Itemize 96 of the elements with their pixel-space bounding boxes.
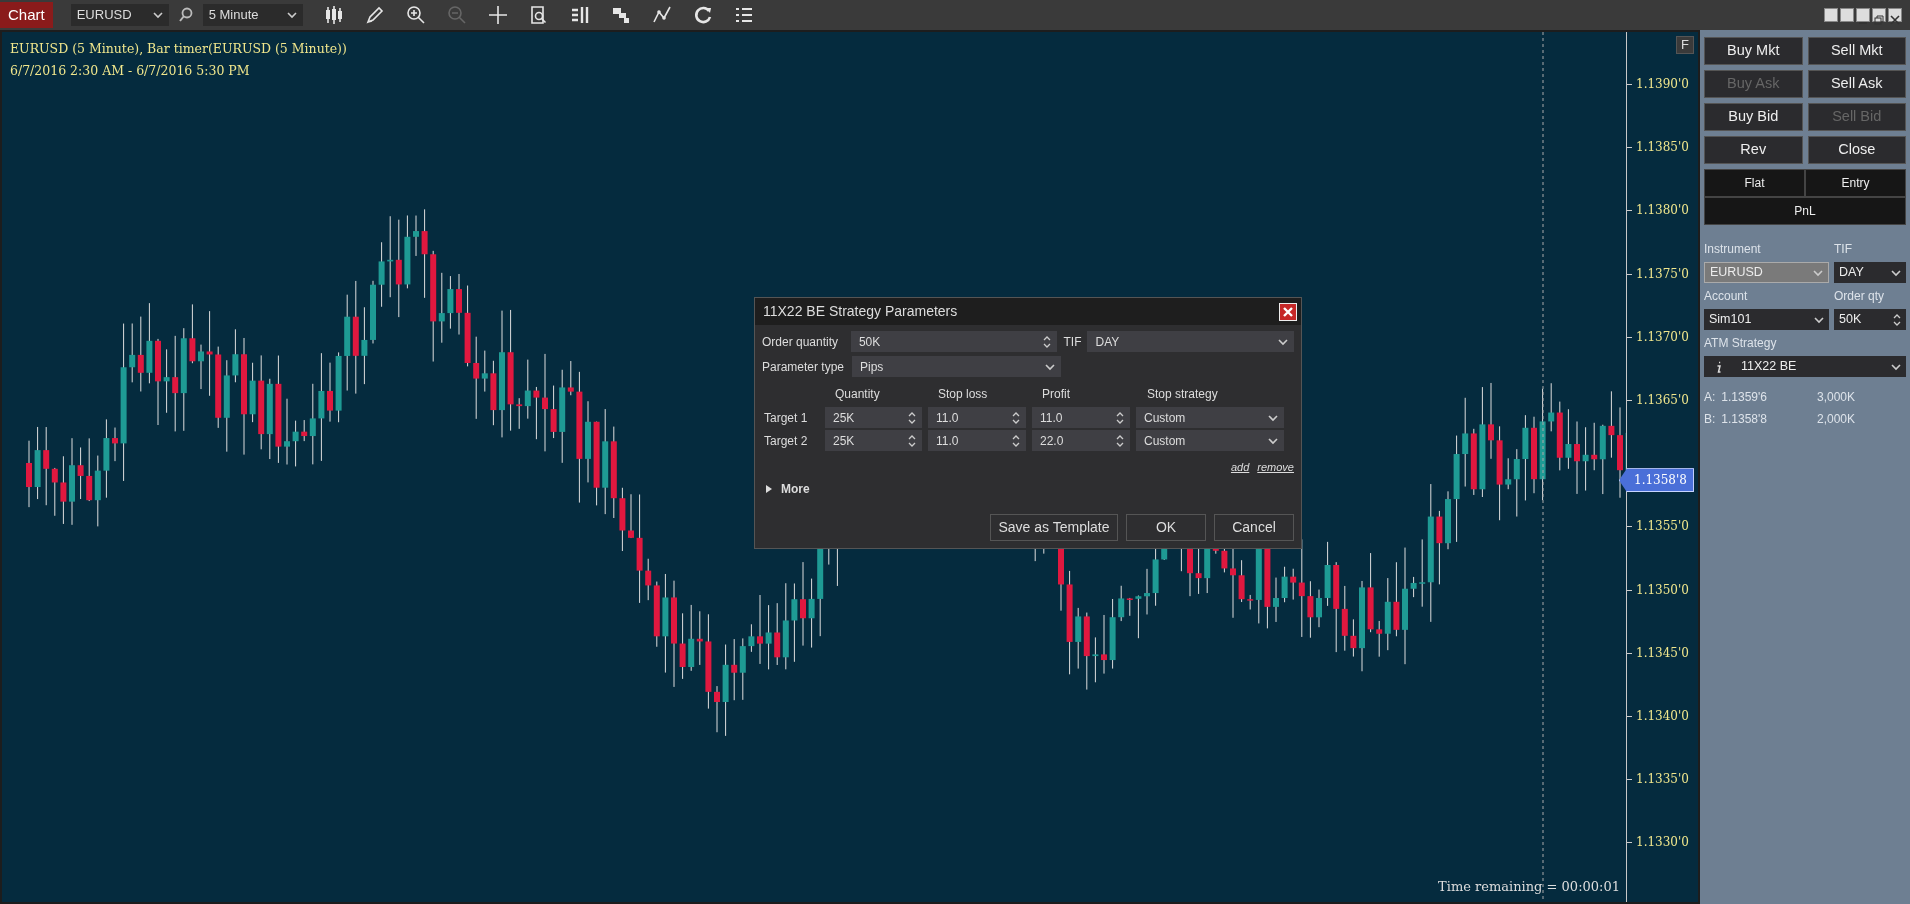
chart-title: EURUSD (5 Minute), Bar timer(EURUSD (5 Minute)) xyxy=(10,40,347,58)
price-label: 1.1345'0 xyxy=(1627,645,1689,660)
dialog-button[interactable]: Cancel xyxy=(1214,513,1294,541)
column-header: Stop strategy xyxy=(1147,387,1218,401)
target-label: Target 2 xyxy=(763,432,809,450)
price-label: 1.1380'0 xyxy=(1627,203,1689,218)
column-header: Stop loss xyxy=(938,387,988,401)
field-label: Account xyxy=(1704,288,1749,305)
price-label: 1.1350'0 xyxy=(1627,582,1689,597)
field-label: Order qty xyxy=(1834,288,1885,305)
more-toggle[interactable]: More xyxy=(781,479,810,498)
spinner-icon xyxy=(908,433,916,448)
quantity-field[interactable]: 25K xyxy=(825,430,922,451)
order-button[interactable]: Sell Ask xyxy=(1807,70,1906,98)
text-link[interactable]: remove xyxy=(1257,459,1294,476)
spinner-icon xyxy=(908,410,916,425)
price-label: 1.1330'0 xyxy=(1627,835,1689,850)
dialog-title: 11X22 BE Strategy Parameters xyxy=(763,302,958,321)
instrument-dropdown[interactable]: EURUSD xyxy=(70,4,169,26)
restore-icon[interactable] xyxy=(1872,8,1886,22)
chevron-icon xyxy=(1278,336,1288,347)
tif-dropdown[interactable]: DAY xyxy=(1087,331,1294,352)
quantity-field[interactable]: 25K xyxy=(825,407,922,428)
price-label: 1.1335'0 xyxy=(1627,772,1689,787)
chart-button[interactable]: Chart xyxy=(0,2,53,28)
close-button[interactable] xyxy=(1279,302,1297,321)
price-label: 1.1340'0 xyxy=(1627,709,1689,723)
chevron-icon xyxy=(152,10,163,20)
quote-size: 3,000K xyxy=(1817,389,1857,406)
chevron-icon xyxy=(1045,361,1055,372)
chevron-icon xyxy=(1891,361,1901,372)
f-button[interactable]: F xyxy=(1676,36,1694,54)
quote-size: 2,000K xyxy=(1817,411,1857,428)
pnl-cell: PnL xyxy=(1704,197,1906,225)
profit-field[interactable]: 11.0 xyxy=(1032,407,1130,428)
close-icon[interactable] xyxy=(1888,8,1902,22)
dialog-button[interactable]: OK xyxy=(1126,513,1206,541)
stop-loss-field[interactable]: 11.0 xyxy=(928,430,1026,451)
quote-price: 1.1359'6 xyxy=(1721,389,1767,406)
price-label: 1.1385'0 xyxy=(1627,140,1689,155)
quantity-field[interactable]: 50K xyxy=(850,331,1058,352)
chevron-icon xyxy=(1891,267,1901,278)
chevron-icon xyxy=(286,10,297,20)
chevron-icon xyxy=(1813,267,1823,278)
chevron-icon xyxy=(1814,314,1824,325)
dialog-button[interactable]: Save as Template xyxy=(990,513,1118,541)
interval-dropdown[interactable]: 5 Minute xyxy=(202,4,303,26)
stop-loss-field[interactable]: 11.0 xyxy=(928,407,1026,428)
order-button[interactable]: Close xyxy=(1807,136,1906,164)
close-icon xyxy=(1282,305,1294,318)
time-remaining: Time remaining = 00:00:01 xyxy=(1438,877,1620,896)
chevron-icon xyxy=(1268,435,1278,446)
crosshair-icon[interactable] xyxy=(486,4,509,26)
price-label: 1.1390'0 xyxy=(1627,77,1689,91)
spinner-icon xyxy=(1116,433,1124,448)
spinner-icon xyxy=(1116,410,1124,425)
order-button[interactable]: Rev xyxy=(1704,136,1803,164)
last-price-marker: 1.1358'8 xyxy=(1619,468,1694,493)
info-icon xyxy=(1715,360,1723,373)
field-label: TIF xyxy=(1063,333,1082,351)
stop-strategy-dropdown[interactable]: Custom xyxy=(1136,430,1284,451)
field-label: Order quantity xyxy=(762,333,840,351)
spinner-icon xyxy=(1043,334,1052,349)
spinner-icon xyxy=(1012,433,1020,448)
zoom-in-icon[interactable] xyxy=(404,4,427,26)
position-cell: Entry xyxy=(1805,169,1906,197)
price-label: 1.1355'0 xyxy=(1627,519,1689,534)
date-range: 6/7/2016 2:30 AM - 6/7/2016 5:30 PM xyxy=(10,62,251,80)
atm-strategy-dropdown[interactable]: 11X22 BE xyxy=(1704,356,1906,377)
tif-dropdown[interactable]: DAY xyxy=(1834,262,1906,283)
target-label: Target 1 xyxy=(763,409,809,427)
stop-strategy-dropdown[interactable]: Custom xyxy=(1136,407,1284,428)
position-cell: Flat xyxy=(1704,169,1805,197)
field-label: ATM Strategy xyxy=(1704,335,1778,352)
price-label: 1.1375'0 xyxy=(1627,266,1689,281)
field-label: Instrument xyxy=(1704,241,1762,258)
price-label: 1.1370'0 xyxy=(1627,329,1689,344)
spinner-icon xyxy=(1893,312,1901,327)
price-label: 1.1365'0 xyxy=(1627,393,1689,407)
column-header: Profit xyxy=(1042,387,1070,401)
field-label: TIF xyxy=(1834,241,1853,258)
field-label: Parameter type xyxy=(762,358,846,376)
parameter-type-dropdown[interactable]: Pips xyxy=(852,356,1061,377)
column-header: Quantity xyxy=(835,387,880,401)
spinner-icon xyxy=(1012,410,1020,425)
chevron-icon xyxy=(1268,412,1278,423)
order-button[interactable]: Buy Mkt xyxy=(1704,37,1803,65)
profit-field[interactable]: 22.0 xyxy=(1032,430,1130,451)
order-qty-field[interactable]: 50K xyxy=(1834,309,1906,330)
order-button[interactable]: Sell Mkt xyxy=(1807,37,1906,65)
quote-label: A: xyxy=(1704,389,1716,406)
text-link[interactable]: add xyxy=(1230,459,1250,476)
quote-price: 1.1358'8 xyxy=(1721,411,1767,428)
quote-label: B: xyxy=(1704,411,1716,428)
order-button[interactable]: Buy Bid xyxy=(1704,103,1803,131)
account-dropdown[interactable]: Sim101 xyxy=(1704,309,1829,330)
